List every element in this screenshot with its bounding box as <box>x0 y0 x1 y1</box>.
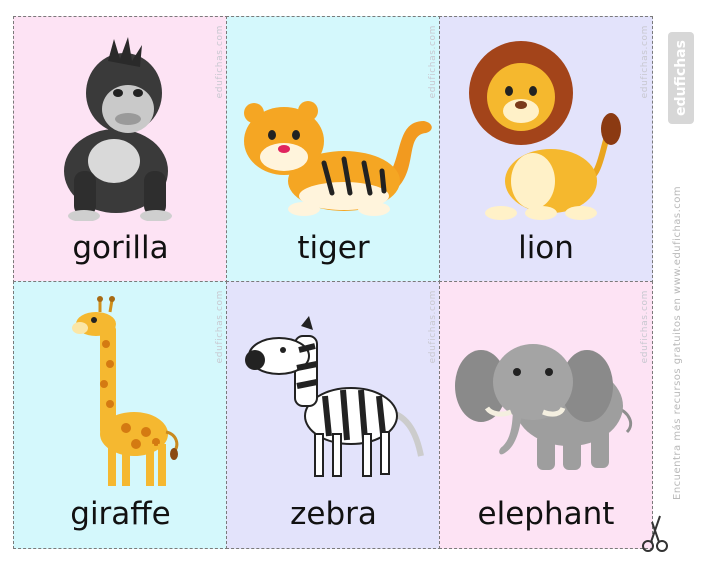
card-word: tiger <box>297 229 370 266</box>
card-giraffe: edufichas.com giraffe <box>13 281 228 549</box>
promo-text: Encuentra más recursos gratuitos en www.… <box>672 185 683 500</box>
card-tiger: edufichas.com tiger <box>226 16 441 283</box>
scissors-icon <box>642 515 668 552</box>
card-word: giraffe <box>70 495 171 532</box>
card-word: zebra <box>290 495 377 532</box>
flashcard-sheet: edufichas.com gorilla edufichas.com tige… <box>0 0 714 570</box>
card-elephant: edufichas.com elephant <box>439 281 653 549</box>
card-grid: edufichas.com gorilla edufichas.com tige… <box>13 16 653 549</box>
watermark: edufichas.com <box>214 25 225 99</box>
svg-text:edufichas: edufichas <box>673 40 689 116</box>
card-word: gorilla <box>72 229 169 266</box>
edufichas-logo: edufichas <box>668 32 694 124</box>
watermark: edufichas.com <box>427 290 438 364</box>
elephant-icon <box>455 344 633 471</box>
watermark: edufichas.com <box>214 290 225 364</box>
watermark: edufichas.com <box>427 25 438 99</box>
tiger-icon <box>243 101 432 217</box>
card-zebra: edufichas.com zebra <box>226 281 441 549</box>
card-gorilla: edufichas.com gorilla <box>13 16 228 283</box>
zebra-icon <box>244 316 424 478</box>
card-word: lion <box>518 229 574 266</box>
card-word: elephant <box>477 495 615 532</box>
watermark: edufichas.com <box>639 25 650 99</box>
giraffe-icon <box>71 296 178 487</box>
gorilla-icon <box>63 37 172 222</box>
card-lion: edufichas.com lion <box>439 16 653 283</box>
watermark: edufichas.com <box>639 290 650 364</box>
lion-icon <box>469 41 621 221</box>
